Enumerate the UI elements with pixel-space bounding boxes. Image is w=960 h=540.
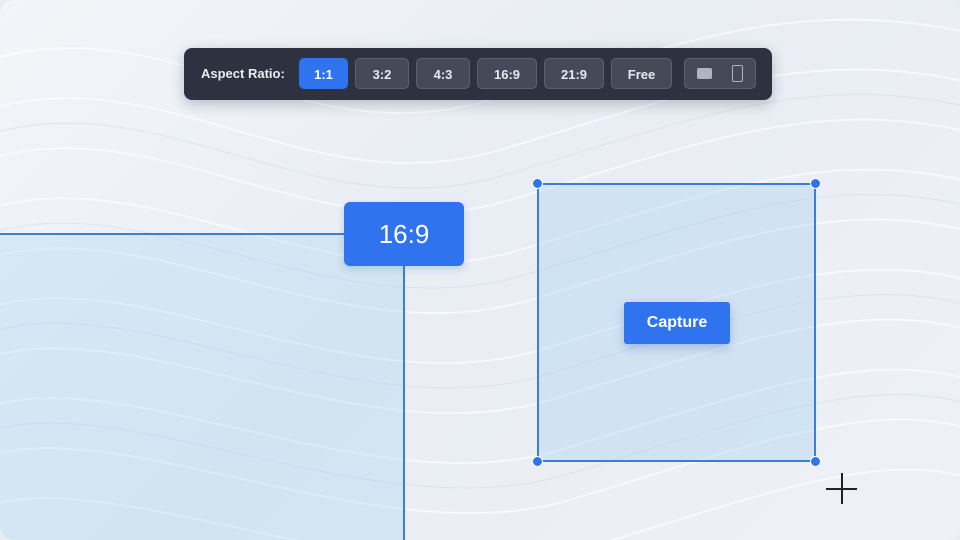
- landscape-button[interactable]: [687, 59, 721, 88]
- ratio-badge: 16:9: [344, 202, 464, 266]
- portrait-icon: [732, 65, 743, 82]
- resize-handle-bottom-left[interactable]: [532, 456, 543, 467]
- orientation-toggle: [684, 58, 756, 89]
- aspect-ratio-label: Aspect Ratio:: [201, 66, 285, 81]
- screen: 16:9 Capture Aspect Ratio: 1:1 3:2 4:3 1…: [0, 0, 960, 540]
- resize-handle-bottom-right[interactable]: [810, 456, 821, 467]
- capture-button[interactable]: Capture: [624, 302, 730, 344]
- crosshair-cursor-icon: [826, 473, 858, 505]
- ratio-button-3-2[interactable]: 3:2: [355, 58, 409, 89]
- resize-handle-top-left[interactable]: [532, 178, 543, 189]
- aspect-ratio-toolbar: Aspect Ratio: 1:1 3:2 4:3 16:9 21:9 Free: [184, 48, 772, 100]
- left-selection-right-edge[interactable]: [403, 233, 405, 540]
- ratio-button-21-9[interactable]: 21:9: [544, 58, 604, 89]
- ratio-button-1-1[interactable]: 1:1: [299, 58, 348, 89]
- ratio-button-free[interactable]: Free: [611, 58, 672, 89]
- left-selection-region[interactable]: [0, 233, 404, 540]
- portrait-button[interactable]: [721, 59, 755, 88]
- ratio-button-16-9[interactable]: 16:9: [477, 58, 537, 89]
- landscape-icon: [697, 68, 712, 79]
- ratio-button-4-3[interactable]: 4:3: [416, 58, 470, 89]
- resize-handle-top-right[interactable]: [810, 178, 821, 189]
